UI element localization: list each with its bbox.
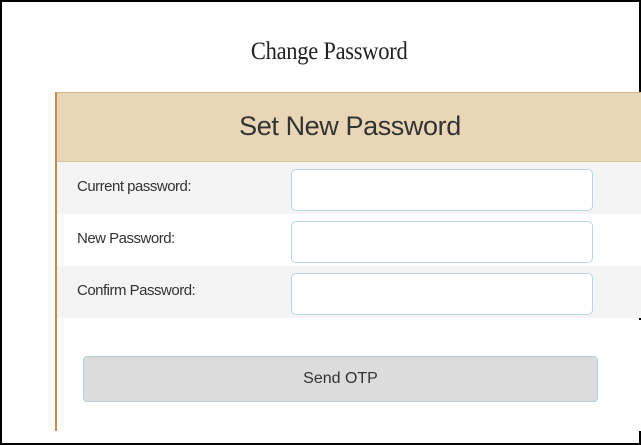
- confirm-password-label: Confirm Password:: [77, 282, 196, 299]
- change-password-panel: Set New Password Current password: New P…: [55, 92, 641, 431]
- confirm-password-row: Confirm Password:: [57, 266, 641, 318]
- panel-footer: Send OTP: [57, 320, 641, 431]
- page-title: Change Password: [250, 38, 408, 65]
- send-otp-button[interactable]: Send OTP: [83, 356, 598, 402]
- new-password-label: New Password:: [77, 230, 175, 247]
- panel-header: Set New Password: [57, 93, 641, 162]
- current-password-row: Current password:: [57, 162, 641, 214]
- current-password-input[interactable]: [291, 169, 593, 211]
- panel-heading: Set New Password: [239, 111, 461, 141]
- new-password-row: New Password:: [57, 214, 641, 266]
- current-password-label: Current password:: [77, 178, 192, 195]
- window-frame: Change Password Set New Password Current…: [0, 0, 641, 445]
- confirm-password-input[interactable]: [291, 273, 593, 315]
- new-password-input[interactable]: [291, 221, 593, 263]
